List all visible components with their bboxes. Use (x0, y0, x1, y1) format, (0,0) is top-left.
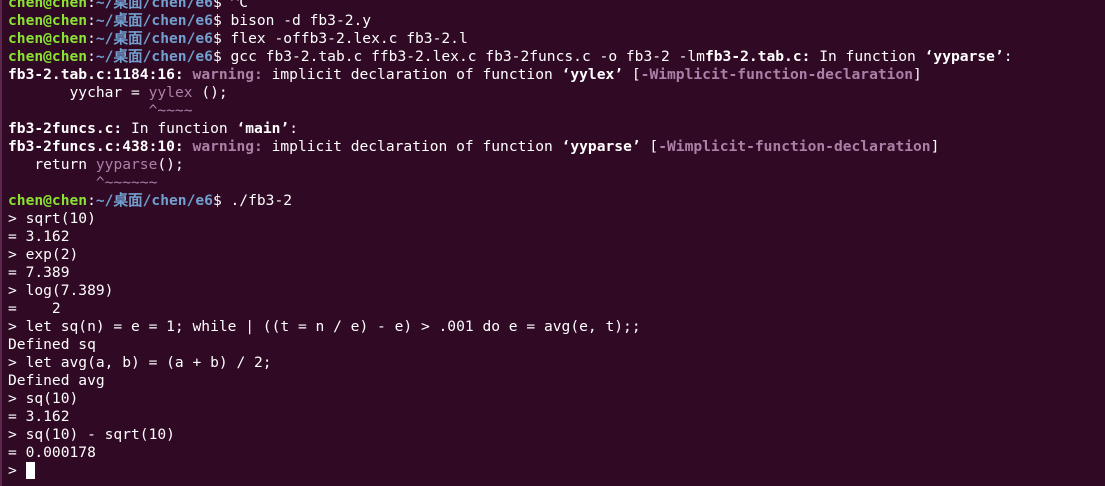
terminal-line: = 3.162 (8, 228, 1105, 246)
prompt-user: chen@chen (8, 48, 88, 65)
prompt-user: chen@chen (8, 30, 88, 47)
terminal-line: = 0.000178 (8, 444, 1105, 462)
output-text: ] (930, 138, 940, 155)
terminal-line: chen@chen:~/桌面/chen/e6$ gcc fb3-2.tab.c … (8, 48, 1105, 66)
terminal-line: > sq(10) (8, 390, 1105, 408)
terminal-line: > let avg(a, b) = (a + b) / 2; (8, 354, 1105, 372)
output-text: ] (913, 66, 922, 83)
terminal-line: fb3-2.tab.c:1184:16: warning: implicit d… (8, 66, 1105, 84)
terminal-line: chen@chen:~/桌面/chen/e6$ ./fb3-2 (8, 192, 1105, 210)
output-text: > sq(10) (8, 390, 79, 407)
output-text: = 3.162 (8, 228, 70, 245)
output-text: ^~~~~~~ (8, 174, 158, 191)
output-text: > sqrt(10) (8, 210, 96, 227)
output-text: : (87, 12, 96, 29)
terminal-line: ^~~~~~~ (8, 174, 1105, 192)
output-text: = 3.162 (8, 408, 70, 425)
terminal-line: ^~~~~ (8, 102, 1105, 120)
output-text: In function (122, 120, 237, 137)
terminal-line: Defined avg (8, 372, 1105, 390)
output-text: In function (810, 48, 925, 65)
output-text: > sq(10) - sqrt(10) (8, 426, 175, 443)
terminal-line: = 2 (8, 300, 1105, 318)
output-text: implicit declaration of function (262, 66, 562, 83)
output-text: Defined sq (8, 336, 96, 353)
output-text: > let avg(a, b) = (a + b) / 2; (8, 354, 272, 371)
window-edge (0, 0, 2, 486)
prompt-user: chen@chen (8, 192, 88, 209)
output-text: return (8, 156, 96, 173)
output-text: implicit declaration of function (262, 138, 562, 155)
terminal-line: fb3-2funcs.c: In function ‘main’: (8, 120, 1105, 138)
output-text: > exp(2) (8, 246, 79, 263)
terminal-line: > sq(10) - sqrt(10) (8, 426, 1105, 444)
output-text: yylex (148, 84, 193, 101)
output-text: ‘yyparse’ (561, 138, 641, 155)
output-text: fb3-2funcs.c: (8, 120, 123, 137)
output-text: $ bison -d fb3-2.y (212, 12, 372, 29)
output-text: fb3-2.tab.c:1184:16: (8, 66, 184, 83)
output-text: > (8, 462, 26, 479)
terminal-line: return yyparse(); (8, 156, 1105, 174)
output-text: = 0.000178 (8, 444, 96, 461)
terminal-line: chen@chen:~/桌面/chen/e6$ flex -offb3-2.le… (8, 30, 1105, 48)
prompt-path: ~/桌面/chen/e6 (95, 12, 213, 29)
output-text: [ (640, 138, 659, 155)
output-text: = 7.389 (8, 264, 70, 281)
output-text: (); (192, 84, 228, 101)
output-text: $ ./fb3-2 (212, 192, 293, 209)
terminal-output[interactable]: chen@chen:~/桌面/chen/e6$ ^C chen@chen:~/桌面… (8, 0, 1105, 480)
prompt-user: chen@chen (8, 0, 88, 11)
output-text: yyparse (95, 156, 158, 173)
output-text: fb3-2.tab.c: (704, 48, 811, 65)
output-text: [ (623, 66, 641, 83)
prompt-path: ~/桌面/chen/e6 (95, 192, 213, 209)
warning-text: -Wimplicit-function-declaration (658, 138, 931, 155)
terminal-line: Defined sq (8, 336, 1105, 354)
terminal-line: chen@chen:~/桌面/chen/e6$ ^C (8, 0, 1105, 12)
output-text: = 2 (8, 300, 61, 317)
output-text: : (87, 48, 96, 65)
terminal-line: > log(7.389) (8, 282, 1105, 300)
output-text: ‘main’ (236, 120, 290, 137)
output-text: ‘yyparse’ (924, 48, 1004, 65)
output-text: $ flex -offb3-2.lex.c fb3-2.l (212, 30, 468, 47)
terminal-window[interactable]: chen@chen:~/桌面/chen/e6$ ^C chen@chen:~/桌面… (0, 0, 1105, 486)
prompt-path: ~/桌面/chen/e6 (95, 48, 213, 65)
terminal-line: > sqrt(10) (8, 210, 1105, 228)
terminal-line: yychar = yylex (); (8, 84, 1105, 102)
terminal-line: = 3.162 (8, 408, 1105, 426)
output-text: $ gcc fb3-2.tab.c ffb3-2.lex.c fb3-2func… (212, 48, 705, 65)
terminal-line: = 7.389 (8, 264, 1105, 282)
output-text: fb3-2funcs.c:438:10: (8, 138, 184, 155)
prompt-user: chen@chen (8, 12, 88, 29)
output-text: : (289, 120, 298, 137)
terminal-line: > exp(2) (8, 246, 1105, 264)
output-text: Defined avg (8, 372, 105, 389)
warning-text: warning: (192, 66, 263, 83)
output-text: : (87, 192, 96, 209)
output-text: : (1003, 48, 1013, 65)
terminal-line: fb3-2funcs.c:438:10: warning: implicit d… (8, 138, 1105, 156)
terminal-line: > (8, 462, 1105, 480)
terminal-line: chen@chen:~/桌面/chen/e6$ bison -d fb3-2.y (8, 12, 1105, 30)
terminal-line: > let sq(n) = e = 1; while | ((t = n / e… (8, 318, 1105, 336)
output-text: : (87, 0, 96, 11)
text-cursor[interactable] (25, 462, 35, 479)
output-text: ^~~~~ (8, 102, 193, 119)
output-text: : (87, 30, 96, 47)
prompt-path: ~/桌面/chen/e6 (95, 30, 213, 47)
warning-text: -Wimplicit-function-declaration (640, 66, 914, 83)
prompt-path: ~/桌面/chen/e6 (95, 0, 213, 11)
output-text: yychar = (8, 84, 149, 101)
output-text: ‘yylex’ (561, 66, 624, 83)
output-text: $ ^C (212, 0, 249, 11)
warning-text: warning: (192, 138, 263, 155)
output-text: (); (157, 156, 184, 173)
output-text: > log(7.389) (8, 282, 114, 299)
output-text: > let sq(n) = e = 1; while | ((t = n / e… (8, 318, 641, 335)
